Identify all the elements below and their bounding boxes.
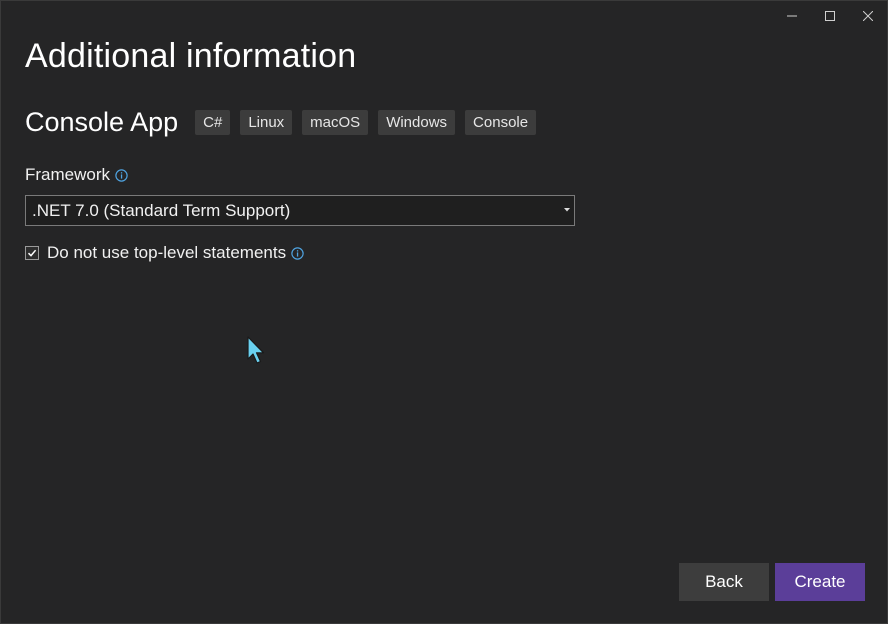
tag-macos: macOS (302, 110, 369, 135)
chevron-down-icon (564, 208, 570, 212)
close-button[interactable] (849, 1, 887, 31)
info-icon[interactable] (115, 167, 128, 187)
tag-console: Console (465, 110, 537, 135)
framework-label-row: Framework (25, 163, 128, 187)
tag-csharp: C# (195, 110, 231, 135)
checkmark-icon (27, 249, 37, 257)
window-controls (773, 1, 887, 31)
minimize-button[interactable] (773, 1, 811, 31)
framework-label: Framework (25, 165, 111, 184)
dialog-window: Additional information Console App C# Li… (0, 0, 888, 624)
top-level-label[interactable]: Do not use top-level statements (47, 243, 286, 263)
back-button[interactable]: Back (679, 563, 769, 601)
mouse-cursor-icon (247, 336, 265, 364)
page-title: Additional information (25, 37, 357, 75)
info-icon[interactable] (291, 245, 304, 265)
framework-select[interactable]: .NET 7.0 (Standard Term Support) (25, 195, 575, 226)
top-level-checkbox[interactable] (25, 246, 39, 260)
create-button[interactable]: Create (775, 563, 865, 601)
minimize-icon (787, 15, 797, 17)
close-icon (863, 11, 873, 21)
app-name: Console App (25, 107, 179, 137)
framework-selected-value: .NET 7.0 (Standard Term Support) (32, 200, 291, 220)
maximize-icon (825, 11, 835, 21)
tag-linux: Linux (240, 110, 293, 135)
maximize-button[interactable] (811, 1, 849, 31)
app-summary: Console App C# Linux macOS Windows Conso… (25, 107, 546, 138)
top-level-option: Do not use top-level statements (25, 241, 304, 265)
tag-windows: Windows (378, 110, 456, 135)
